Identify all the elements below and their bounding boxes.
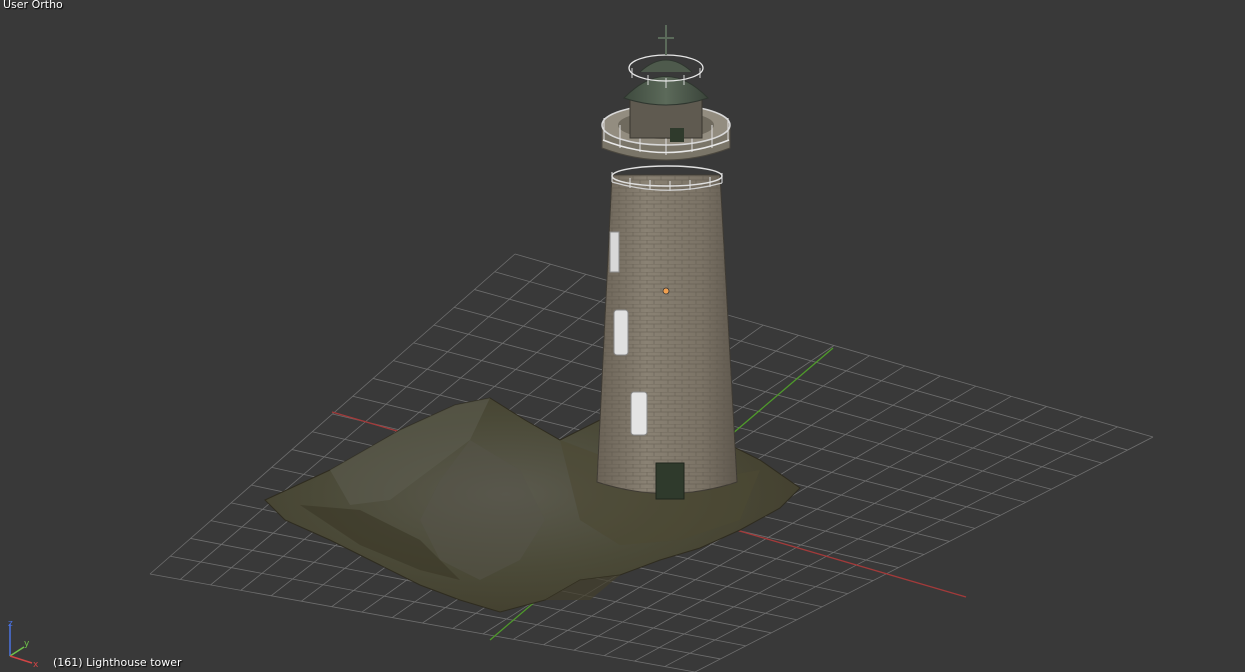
tower-window <box>630 391 648 436</box>
3d-viewport[interactable]: User Ortho z y x (161) Lighthouse tower <box>0 0 1245 672</box>
y-axis-label: y <box>24 639 30 649</box>
lantern-room <box>623 25 709 142</box>
scene-render[interactable] <box>0 0 1245 672</box>
x-axis-line <box>9 655 33 664</box>
y-axis-line <box>9 646 25 657</box>
tower-window <box>613 309 629 356</box>
view-label: User Ortho <box>3 0 63 11</box>
lighthouse-tower[interactable] <box>596 174 738 500</box>
object-origin <box>662 287 670 295</box>
tower-window <box>609 231 620 273</box>
object-info: (161) Lighthouse tower <box>53 656 182 669</box>
grid-line <box>149 573 696 672</box>
x-axis-label: x <box>33 660 39 668</box>
axis-gizmo: z y x <box>8 619 39 668</box>
z-axis-label: z <box>8 619 13 629</box>
tower-door <box>655 462 685 500</box>
